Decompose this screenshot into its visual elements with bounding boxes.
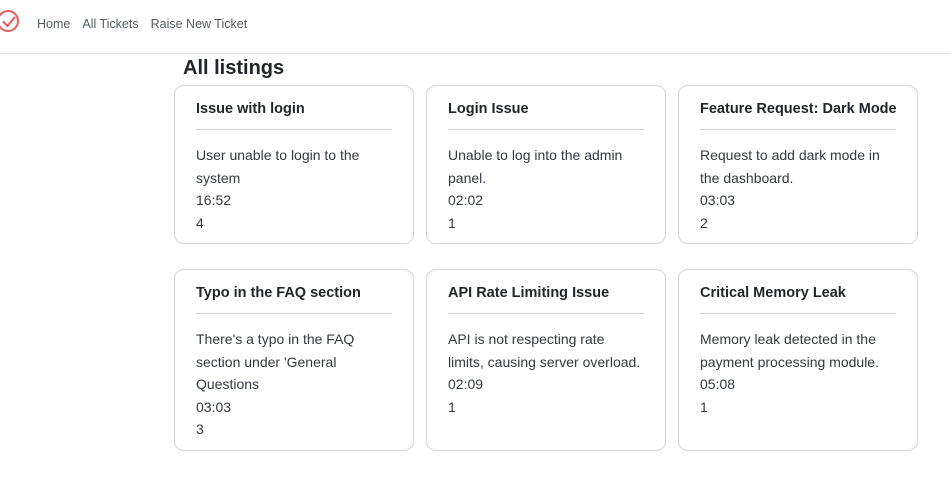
nav-home-link[interactable]: Home [37, 17, 70, 31]
ticket-divider [700, 313, 896, 314]
ticket-title: API Rate Limiting Issue [448, 285, 610, 301]
ticket-count: 1 [448, 214, 456, 231]
ticket-description: Unable to log into the admin panel. [448, 147, 623, 186]
ticket-description: API is not respecting rate limits, causi… [448, 331, 641, 370]
ticket-time: 02:02 [448, 192, 484, 208]
ticket-divider [196, 313, 392, 314]
page-title: All listings [183, 57, 285, 79]
ticket-card[interactable]: Login Issue Unable to log into the admin… [426, 85, 666, 244]
ticket-description: There's a typo in the FAQ section under … [196, 331, 355, 392]
ticket-title: Issue with login [196, 101, 305, 117]
ticket-card[interactable]: Feature Request: Dark Mode Request to ad… [678, 85, 918, 244]
ticket-title: Typo in the FAQ section [196, 285, 361, 301]
ticket-divider [448, 313, 644, 314]
ticket-description: User unable to login to the system [196, 147, 360, 186]
ticket-title: Feature Request: Dark Mode [700, 101, 897, 117]
ticket-time: 02:09 [448, 376, 484, 392]
ticket-divider [448, 129, 644, 130]
ticket-count: 1 [700, 398, 708, 415]
check-circle-icon[interactable] [0, 10, 19, 32]
ticket-description: Memory leak detected in the payment proc… [700, 331, 879, 370]
ticket-count: 4 [196, 214, 204, 231]
ticket-card[interactable]: Typo in the FAQ section There's a typo i… [174, 269, 414, 451]
ticket-divider [196, 129, 392, 130]
ticket-card[interactable]: Critical Memory Leak Memory leak detecte… [678, 269, 918, 451]
ticket-divider [700, 129, 896, 130]
ticket-time: 03:03 [196, 398, 232, 415]
ticket-title: Critical Memory Leak [700, 285, 846, 301]
ticket-time: 16:52 [196, 192, 232, 208]
ticket-card[interactable]: Issue with login User unable to login to… [174, 85, 414, 244]
ticket-grid: Issue with login User unable to login to… [174, 85, 918, 451]
ticket-count: 1 [448, 398, 456, 415]
navbar: Home All Tickets Raise New Ticket [0, 0, 950, 54]
nav-raise-ticket-link[interactable]: Raise New Ticket [151, 17, 248, 31]
ticket-card[interactable]: API Rate Limiting Issue API is not respe… [426, 269, 666, 451]
ticket-time: 03:03 [700, 192, 736, 208]
nav-all-tickets-link[interactable]: All Tickets [82, 17, 138, 31]
ticket-count: 3 [196, 421, 204, 437]
nav-links: Home All Tickets Raise New Ticket [37, 17, 247, 31]
ticket-title: Login Issue [448, 101, 529, 117]
ticket-description: Request to add dark mode in the dashboar… [700, 147, 880, 186]
ticket-count: 2 [700, 214, 708, 231]
ticket-time: 05:08 [700, 376, 736, 392]
